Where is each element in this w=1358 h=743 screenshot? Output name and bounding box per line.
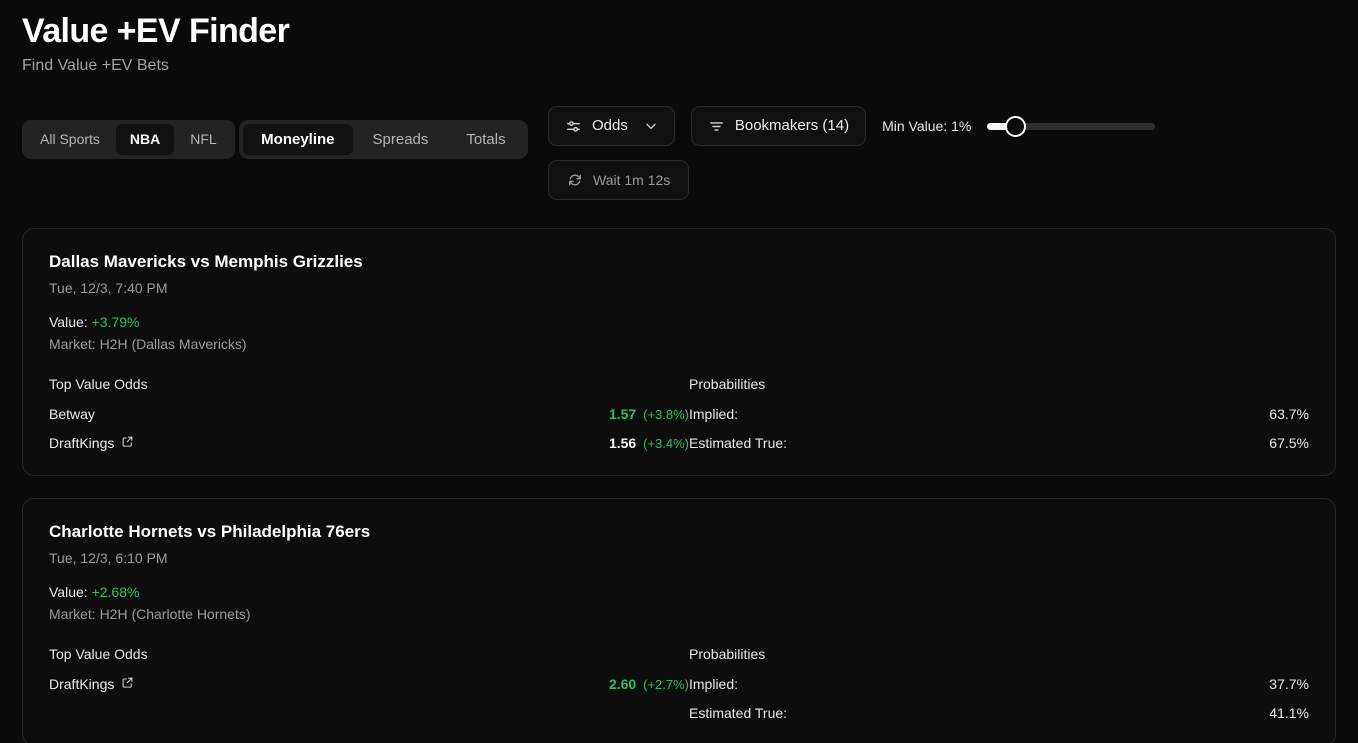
odds-price: 1.56 [608,435,637,451]
refresh-wait-button[interactable]: Wait 1m 12s [548,160,690,200]
bookmaker-label: DraftKings [49,676,115,692]
odds-row[interactable]: Betway 1.57 (+3.8%) [49,406,689,422]
page-subtitle: Find Value +EV Bets [22,57,169,74]
event-title: Dallas Mavericks vs Memphis Grizzlies [49,252,363,271]
event-market: Market: H2H (Charlotte Hornets) [49,606,251,622]
probability-label: Implied: [689,676,739,692]
controls-row-top: Odds Bookmakers (14) Min Value: 1% [548,106,1336,146]
secondary-controls: Odds Bookmakers (14) Min Value: 1% Wait … [548,106,1336,200]
probability-value: 41.1% [1269,705,1309,721]
market-tab-moneyline[interactable]: Moneyline [243,124,353,155]
event-title: Charlotte Hornets vs Philadelphia 76ers [49,522,371,541]
event-value-label: Value: [49,584,88,600]
event-card-list: Dallas Mavericks vs Memphis Grizzlies Tu… [22,228,1336,743]
odds-value: 1.57 (+3.8%) [609,406,689,422]
sport-filter-group: All Sports NBA NFL [22,120,235,159]
min-value-control: Min Value: 1% [882,115,1156,137]
probability-label: Implied: [689,406,739,422]
bookmaker-label: Betway [49,406,95,422]
event-card[interactable]: Charlotte Hornets vs Philadelphia 76ers … [22,498,1336,743]
event-value: Value: +3.79% [49,313,1309,331]
odds-edge: (+3.8%) [643,407,689,422]
slider-thumb[interactable] [1005,115,1027,137]
event-meta: Value: +3.79% Market: H2H (Dallas Maveri… [49,313,1309,353]
sport-tab-nba[interactable]: NBA [115,124,175,155]
refresh-icon [567,172,583,188]
bookmaker-name: DraftKings [49,435,134,451]
page-header: Value +EV Finder Find Value +EV Bets [22,0,1336,76]
external-link-icon[interactable] [121,435,134,451]
event-details: Top Value Odds DraftKings 2.60 (+2.7%) P… [49,645,1309,721]
market-filter-group: Moneyline Spreads Totals [239,120,528,159]
probability-row: Implied: 63.7% [689,406,1309,422]
event-value-label: Value: [49,314,88,330]
filter-icon [708,118,725,135]
event-value: Value: +2.68% [49,583,1309,601]
chevron-down-icon [644,119,658,133]
probability-value: 37.7% [1269,676,1309,692]
refresh-wait-label: Wait 1m 12s [593,172,671,188]
probability-row: Implied: 37.7% [689,676,1309,692]
odds-dropdown-label: Odds [592,117,628,134]
odds-price: 2.60 [608,676,637,692]
odds-price: 1.57 [608,406,637,422]
min-value-label: Min Value: 1% [882,118,972,134]
probability-row: Estimated True: 41.1% [689,705,1309,721]
odds-value: 2.60 (+2.7%) [609,676,689,692]
event-value-percent: +2.68% [91,584,140,600]
min-value-slider[interactable] [987,115,1156,137]
bookmaker-label: DraftKings [49,435,115,451]
event-details: Top Value Odds Betway 1.57 (+3.8%) Draft… [49,375,1309,451]
probability-label: Estimated True: [689,705,788,721]
event-value-percent: +3.79% [91,314,140,330]
odds-edge: (+2.7%) [643,677,689,692]
odds-value: 1.56 (+3.4%) [609,435,689,451]
event-market: Market: H2H (Dallas Mavericks) [49,336,247,352]
bookmaker-name: DraftKings [49,676,134,692]
controls-row-bottom: Wait 1m 12s [548,160,1336,200]
app-root: Value +EV Finder Find Value +EV Bets All… [0,0,1358,743]
odds-row[interactable]: DraftKings 2.60 (+2.7%) [49,676,689,692]
probabilities-heading: Probabilities [689,646,766,662]
market-tab-spreads[interactable]: Spreads [355,124,447,155]
event-datetime: Tue, 12/3, 6:10 PM [49,550,168,566]
top-value-odds-heading: Top Value Odds [49,646,148,662]
odds-dropdown[interactable]: Odds [548,106,675,146]
top-value-odds-heading: Top Value Odds [49,376,148,392]
probability-row: Estimated True: 67.5% [689,435,1309,451]
sliders-icon [565,118,582,135]
probabilities-heading: Probabilities [689,376,766,392]
bookmakers-button-label: Bookmakers (14) [734,117,850,134]
top-value-odds-section: Top Value Odds DraftKings 2.60 (+2.7%) [49,645,689,721]
filter-controls: All Sports NBA NFL Moneyline Spreads Tot… [22,106,1336,210]
probability-value: 67.5% [1269,435,1309,451]
odds-row[interactable]: DraftKings 1.56 (+3.4%) [49,435,689,451]
sport-tab-all-sports[interactable]: All Sports [26,124,114,155]
page-title: Value +EV Finder [22,12,290,50]
bookmakers-button[interactable]: Bookmakers (14) [690,106,867,146]
event-card[interactable]: Dallas Mavericks vs Memphis Grizzlies Tu… [22,228,1336,476]
bookmaker-name: Betway [49,406,95,422]
probability-label: Estimated True: [689,435,788,451]
probabilities-section: Probabilities Implied: 63.7% Estimated T… [689,375,1309,451]
probability-value: 63.7% [1269,406,1309,422]
event-datetime: Tue, 12/3, 7:40 PM [49,280,168,296]
external-link-icon[interactable] [121,676,134,692]
sport-tab-nfl[interactable]: NFL [176,124,230,155]
market-tab-totals[interactable]: Totals [448,124,523,155]
top-value-odds-section: Top Value Odds Betway 1.57 (+3.8%) Draft… [49,375,689,451]
probabilities-section: Probabilities Implied: 37.7% Estimated T… [689,645,1309,721]
odds-edge: (+3.4%) [643,436,689,451]
event-meta: Value: +2.68% Market: H2H (Charlotte Hor… [49,583,1309,623]
